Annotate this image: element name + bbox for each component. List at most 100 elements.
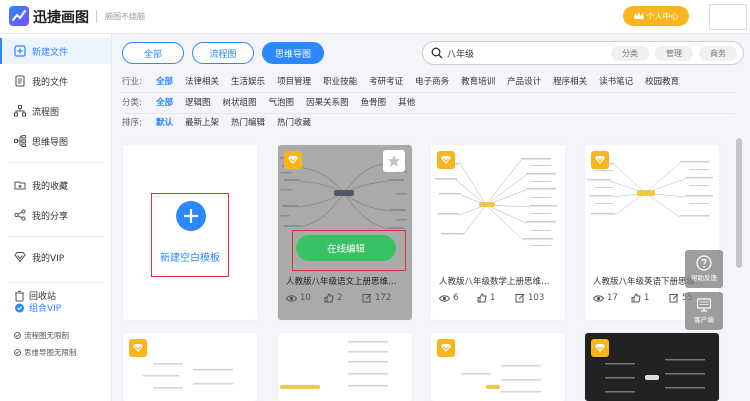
edits-stat: 172: [362, 293, 400, 303]
divider: [122, 92, 734, 93]
file-icon: [15, 75, 25, 87]
sidebar-item-shares[interactable]: 我的分享: [0, 202, 111, 228]
template-thumbnail: [605, 359, 705, 393]
personal-center-label: 个人中心: [646, 11, 679, 21]
scroll-thumb[interactable]: [736, 138, 742, 268]
sidebar-item-vip[interactable]: 我的VIP: [0, 244, 111, 270]
sidebar-item-label: 我的分享: [32, 211, 69, 222]
template-card[interactable]: [123, 333, 257, 401]
filter-option[interactable]: 考研考证: [369, 75, 403, 87]
views-count: 17: [607, 293, 618, 303]
help-feedback-button[interactable]: 帮助反馈: [685, 250, 723, 288]
tab-flowchart[interactable]: 流程图: [192, 42, 254, 64]
likes-count: 1: [644, 293, 650, 303]
filter-option[interactable]: 逻辑图: [185, 96, 211, 108]
sidebar-item-label: 我的文件: [32, 77, 69, 88]
personal-center-button[interactable]: 个人中心: [623, 6, 689, 26]
monitor-icon: [696, 298, 712, 312]
filter-option[interactable]: 鱼骨图: [361, 96, 387, 108]
help-label: 帮助反馈: [691, 274, 717, 282]
filter-option[interactable]: 全部: [156, 75, 173, 87]
filter-option[interactable]: 产品设计: [507, 75, 541, 87]
sidebar-item-my-files[interactable]: 我的文件: [0, 68, 111, 94]
edit-icon: [515, 293, 525, 303]
views-stat: 17: [593, 293, 631, 303]
recycle-bin[interactable]: 回收站 组合VIP: [14, 291, 61, 315]
filter-option[interactable]: 校园教育: [645, 75, 679, 87]
filter-label: 排序:: [122, 118, 142, 128]
filter-option[interactable]: 因果关系图: [306, 96, 349, 108]
sidebar-item-mindmap[interactable]: 思维导图: [0, 128, 111, 154]
sidebar-item-flowchart[interactable]: 流程图: [0, 98, 111, 124]
filter-option[interactable]: 教育培训: [461, 75, 495, 87]
industry-filter: 行业: 全部 法律相关 生活娱乐 项目管理 职业技能 考研考证 电子商务 教育培…: [122, 74, 691, 88]
template-card[interactable]: 人教版八年级数学上册思维导图 6 1 103: [431, 145, 565, 320]
sidebar-item-label: 新建文件: [32, 47, 69, 58]
template-card[interactable]: [278, 333, 412, 401]
views-count: 6: [453, 293, 459, 303]
sidebar-item-favorites[interactable]: 我的收藏: [0, 172, 111, 198]
scrollbar[interactable]: [735, 138, 743, 401]
help-icon: [696, 255, 712, 271]
tab-all[interactable]: 全部: [122, 42, 184, 64]
perk-label: 思维导图无限制: [24, 348, 77, 357]
tab-mindmap[interactable]: 思维导图: [262, 42, 324, 64]
template-card[interactable]: 在线编辑 人教版八年级语文上册思维导图 10 2 172: [278, 145, 412, 320]
filter-option[interactable]: 电子商务: [415, 75, 449, 87]
search-icon[interactable]: [431, 47, 443, 59]
new-blank-template-card[interactable]: 新建空白模板: [123, 145, 257, 320]
vip-badge-icon: [437, 151, 455, 169]
filter-option[interactable]: 项目管理: [277, 75, 311, 87]
vip-badge-icon: [591, 151, 609, 169]
likes-count: 2: [337, 293, 343, 303]
template-card[interactable]: [431, 333, 565, 401]
sidebar-item-label: 我的VIP: [32, 253, 65, 264]
logo-icon[interactable]: [9, 6, 29, 26]
filter-option[interactable]: 全部: [156, 96, 173, 108]
sidebar-item-label: 我的收藏: [32, 181, 69, 192]
edit-icon: [362, 293, 372, 303]
trash-icon: [15, 291, 24, 313]
check-circle-icon: [14, 332, 21, 339]
views-stat: 6: [439, 293, 477, 303]
mindmap-icon: [14, 135, 26, 147]
template-card[interactable]: [585, 333, 719, 401]
sort-option[interactable]: 默认: [156, 116, 173, 128]
perk-item: 流程图无限制: [14, 330, 69, 341]
likes-count: 1: [490, 293, 496, 303]
filter-option[interactable]: 职业技能: [323, 75, 357, 87]
search-input[interactable]: [447, 46, 597, 60]
divider: [96, 10, 97, 23]
sort-option[interactable]: 热门编辑: [231, 116, 265, 128]
filter-option[interactable]: 程序相关: [553, 75, 587, 87]
template-title[interactable]: 人教版八年级数学上册思维导图: [439, 275, 557, 287]
divider: [8, 282, 104, 283]
type-tabs: 全部 流程图 思维导图: [122, 42, 324, 64]
template-title[interactable]: 人教版八年级语文上册思维导图: [286, 275, 404, 287]
sidebar: 新建文件 我的文件 流程图 思维导图 我的收藏 我的分享 我的VIP 回收站 组…: [0, 34, 112, 401]
vip-icon: [14, 252, 26, 263]
app-name[interactable]: 迅捷画图: [33, 7, 89, 27]
thumbs-up-icon: [477, 293, 487, 303]
favorite-star-icon[interactable]: [383, 150, 405, 172]
perk-item: 思维导图无限制: [14, 347, 77, 358]
crown-icon: [633, 12, 644, 19]
filter-option[interactable]: 生活娱乐: [231, 75, 265, 87]
filter-option[interactable]: 读书笔记: [599, 75, 633, 87]
star-folder-icon: [14, 181, 26, 190]
search-scope-business[interactable]: 商务: [699, 46, 737, 61]
filter-option[interactable]: 其他: [398, 96, 415, 108]
recycle-label: 回收站: [29, 292, 57, 302]
search-scope-management[interactable]: 管理: [655, 46, 693, 61]
sort-option[interactable]: 最新上架: [185, 116, 219, 128]
sort-option[interactable]: 热门收藏: [277, 116, 311, 128]
filter-option[interactable]: 法律相关: [185, 75, 219, 87]
avatar[interactable]: [709, 4, 747, 30]
client-download-button[interactable]: 客户端: [685, 292, 723, 330]
filter-option[interactable]: 气泡图: [269, 96, 295, 108]
plus-square-icon: [14, 45, 26, 57]
perk-label: 流程图无限制: [24, 331, 69, 340]
search-scope-category[interactable]: 分类: [611, 46, 649, 61]
sidebar-item-new-file[interactable]: 新建文件: [0, 38, 111, 64]
filter-option[interactable]: 树状组图: [223, 96, 257, 108]
